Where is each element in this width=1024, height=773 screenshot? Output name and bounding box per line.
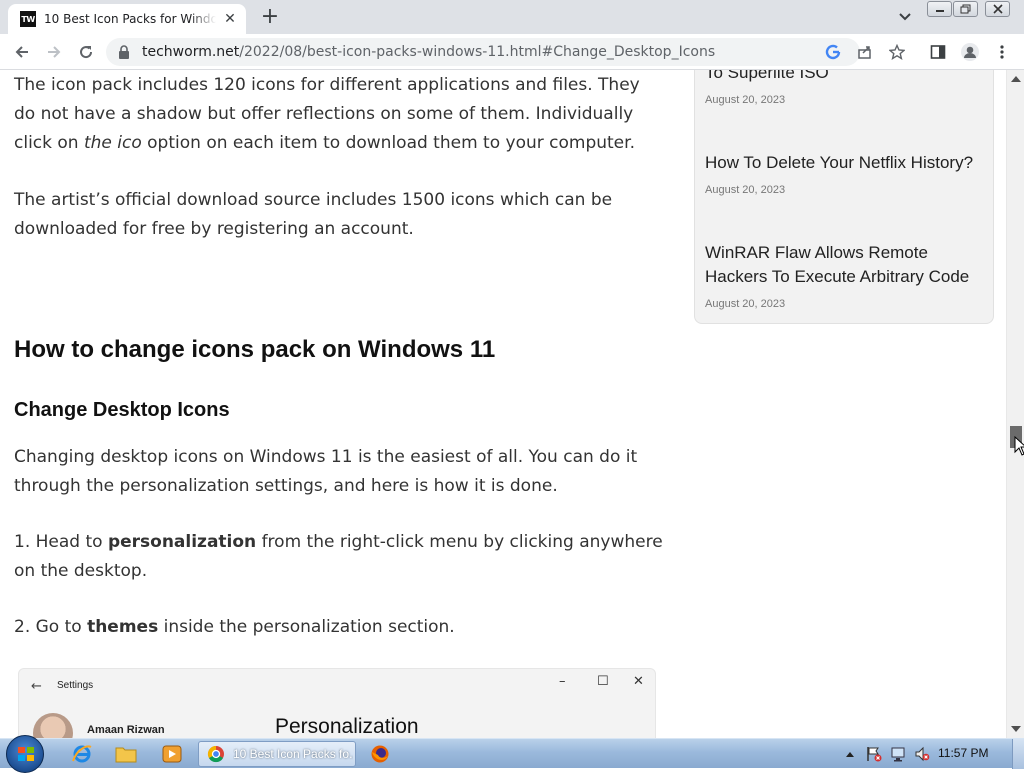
step-2: 2. Go to themes inside the personalizati…: [14, 613, 664, 642]
step-1-bold: personalization: [107, 532, 257, 552]
show-desktop-button[interactable]: [1012, 739, 1024, 769]
windows-logo-icon: [18, 747, 34, 761]
taskbar-window-label: 10 Best Icon Packs fo...: [233, 747, 353, 761]
tab-strip: TW 10 Best Icon Packs for Windows 11 ✕ +: [0, 0, 1024, 34]
network-icon[interactable]: [890, 746, 906, 762]
paragraph-change-desktop: Changing desktop icons on Windows 11 is …: [14, 447, 638, 496]
paragraph-text-end: option on each item to download them to …: [141, 133, 635, 153]
emphasis-text: the ico: [83, 133, 142, 153]
post-link[interactable]: To Superlite ISO: [705, 70, 989, 85]
post-date: August 20, 2023: [705, 298, 786, 310]
maximize-icon: ☐: [597, 674, 609, 689]
new-tab-button[interactable]: +: [258, 6, 282, 30]
step-2-suffix: inside the personalization section.: [158, 617, 455, 637]
post-link[interactable]: WinRAR Flaw Allows Remote Hackers To Exe…: [705, 241, 989, 289]
post-link[interactable]: How To Delete Your Netflix History?: [705, 151, 989, 175]
avatar: [33, 713, 73, 738]
tab-close-icon[interactable]: ✕: [222, 11, 238, 27]
google-lens-icon[interactable]: [824, 44, 842, 60]
close-icon: ✕: [633, 674, 644, 689]
show-hidden-icons-icon[interactable]: [842, 746, 858, 762]
start-button[interactable]: [6, 735, 44, 773]
bookmark-star-icon[interactable]: [888, 44, 906, 60]
step-1-prefix: 1. Head to: [14, 532, 108, 552]
scroll-down-arrow-icon[interactable]: [1011, 726, 1021, 732]
back-arrow-icon[interactable]: [12, 42, 32, 62]
forward-arrow-icon[interactable]: [44, 42, 64, 62]
taskbar-chrome-window[interactable]: 10 Best Icon Packs fo...: [198, 741, 356, 767]
more-menu-icon[interactable]: [992, 42, 1012, 62]
profile-avatar-icon[interactable]: [960, 42, 980, 62]
recent-posts-card: To Superlite ISO August 20, 2023 How To …: [694, 70, 994, 324]
browser-tab[interactable]: TW 10 Best Icon Packs for Windows 11 ✕: [8, 4, 246, 34]
paragraph-icon-pack: The icon pack includes 120 icons for dif…: [14, 71, 664, 158]
lock-icon[interactable]: [118, 45, 130, 59]
settings-user-name: Amaan Rizwan: [87, 724, 165, 736]
post-date: August 20, 2023: [705, 94, 786, 106]
media-player-icon[interactable]: [152, 741, 192, 767]
action-center-flag-icon[interactable]: [866, 746, 882, 762]
minimize-button[interactable]: [927, 1, 952, 17]
internet-explorer-icon[interactable]: [62, 741, 102, 767]
reload-icon[interactable]: [76, 42, 96, 62]
firefox-icon[interactable]: [360, 741, 400, 767]
windows-taskbar: 10 Best Icon Packs fo... 11:57 PM: [0, 735, 1024, 773]
chrome-icon: [207, 745, 224, 763]
page-scrollbar[interactable]: [1006, 70, 1024, 738]
post-date: August 20, 2023: [705, 184, 786, 196]
tab-search-chevron-icon[interactable]: [896, 8, 914, 26]
url-text[interactable]: techworm.net/2022/08/best-icon-packs-win…: [142, 44, 715, 60]
settings-screenshot-image: ← Settings – ☐ ✕ Amaan Rizwan Personaliz…: [18, 668, 656, 738]
scroll-up-arrow-icon[interactable]: [1011, 76, 1021, 82]
settings-heading: Personalization: [275, 715, 419, 738]
step-2-prefix: 2. Go to: [14, 617, 88, 637]
taskbar-clock[interactable]: 11:57 PM: [938, 746, 988, 760]
back-arrow-icon: ←: [31, 679, 42, 694]
restore-button[interactable]: [953, 1, 978, 17]
browser-toolbar: techworm.net/2022/08/best-icon-packs-win…: [0, 34, 1024, 70]
step-1: 1. Head to personalization from the righ…: [14, 528, 664, 586]
web-page: The icon pack includes 120 icons for dif…: [0, 70, 1006, 738]
side-panel-icon[interactable]: [928, 42, 948, 62]
file-explorer-icon[interactable]: [106, 741, 146, 767]
minimize-icon: –: [559, 674, 566, 689]
close-window-button[interactable]: [985, 1, 1010, 17]
step-2-bold: themes: [87, 617, 159, 637]
paragraph-artist-source: The artist’s official download source in…: [14, 190, 613, 239]
url-path: /2022/08/best-icon-packs-windows-11.html…: [239, 44, 716, 60]
tab-title: 10 Best Icon Packs for Windows 11: [44, 12, 216, 26]
settings-window-title: Settings: [57, 680, 94, 691]
subsection-heading: Change Desktop Icons: [14, 399, 230, 421]
volume-muted-icon[interactable]: [914, 746, 930, 762]
address-bar[interactable]: techworm.net/2022/08/best-icon-packs-win…: [106, 38, 905, 66]
section-heading: How to change icons pack on Windows 11: [14, 336, 496, 363]
share-icon[interactable]: [856, 44, 874, 60]
url-host: techworm.net: [142, 44, 240, 60]
site-favicon-icon: TW: [20, 11, 36, 27]
mouse-cursor-icon: [1014, 436, 1024, 456]
